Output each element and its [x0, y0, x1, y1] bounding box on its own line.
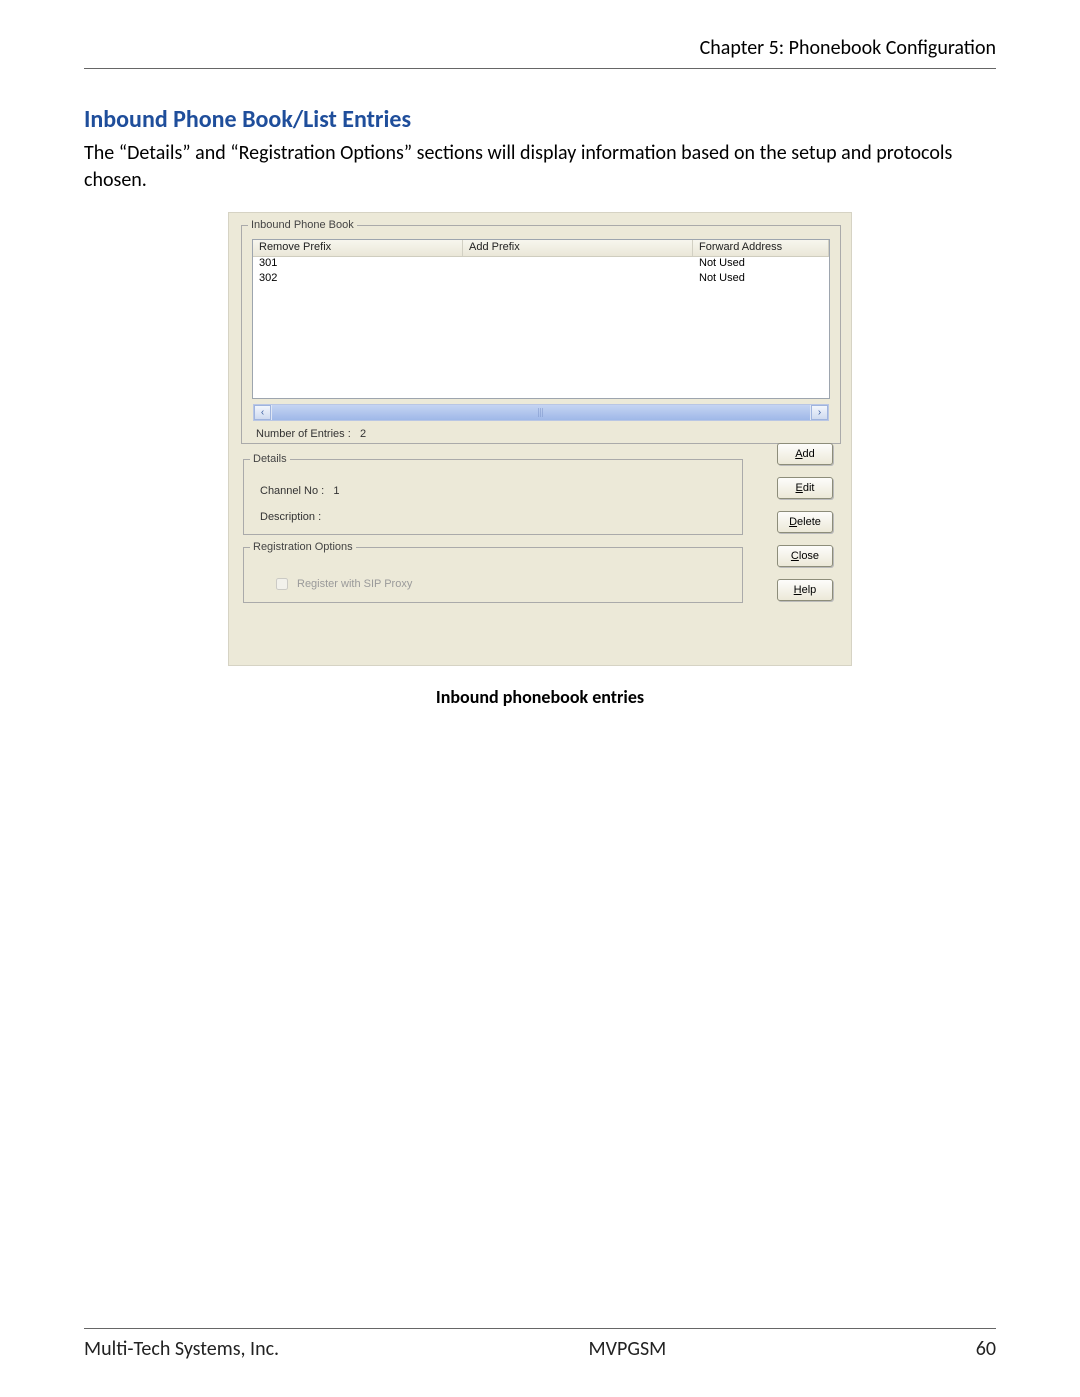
entries-value: 2	[360, 428, 366, 440]
cell-remove: 301	[253, 257, 463, 272]
description-label: Description :	[260, 511, 321, 523]
scroll-thumb-grip-icon	[538, 408, 544, 417]
dialog-buttons: Add Edit Delete Close Help	[777, 443, 833, 601]
details-legend: Details	[250, 453, 290, 465]
cell-forward: Not Used	[693, 257, 829, 272]
cell-add	[463, 257, 693, 272]
footer-product: MVPGSM	[589, 1337, 667, 1361]
details-groupbox: Details Channel No : 1 Description :	[243, 453, 743, 535]
edit-button[interactable]: Edit	[777, 477, 833, 499]
delete-button[interactable]: Delete	[777, 511, 833, 533]
column-forward-address[interactable]: Forward Address	[693, 240, 829, 256]
registration-options-legend: Registration Options	[250, 541, 356, 553]
inbound-phonebook-dialog: Inbound Phone Book Remove Prefix Add Pre…	[228, 212, 852, 666]
scroll-right-icon[interactable]: ›	[811, 405, 828, 420]
phonebook-groupbox: Inbound Phone Book Remove Prefix Add Pre…	[241, 219, 841, 444]
cell-add	[463, 272, 693, 287]
register-sip-checkbox[interactable]: Register with SIP Proxy	[272, 575, 412, 593]
register-sip-checkbox-input[interactable]	[276, 578, 288, 590]
horizontal-scrollbar[interactable]: ‹ ›	[253, 404, 829, 421]
footer-company: Multi-Tech Systems, Inc.	[84, 1337, 279, 1361]
help-button[interactable]: Help	[777, 579, 833, 601]
scroll-left-icon[interactable]: ‹	[254, 405, 271, 420]
figure-caption: Inbound phonebook entries	[84, 686, 996, 708]
phonebook-legend: Inbound Phone Book	[248, 219, 357, 231]
table-row[interactable]: 302 Not Used	[253, 272, 829, 287]
entries-label: Number of Entries :	[256, 428, 351, 440]
chapter-header: Chapter 5: Phonebook Configuration	[84, 36, 996, 69]
column-add-prefix[interactable]: Add Prefix	[463, 240, 693, 256]
register-sip-label: Register with SIP Proxy	[297, 578, 412, 590]
entries-count: Number of Entries : 2	[256, 428, 366, 440]
page-footer: Multi-Tech Systems, Inc. MVPGSM 60	[84, 1328, 996, 1361]
close-button[interactable]: Close	[777, 545, 833, 567]
column-remove-prefix[interactable]: Remove Prefix	[253, 240, 463, 256]
cell-remove: 302	[253, 272, 463, 287]
channel-no-label: Channel No :	[260, 485, 324, 497]
intro-paragraph: The “Details” and “Registration Options”…	[84, 140, 996, 194]
listview-header: Remove Prefix Add Prefix Forward Address	[253, 240, 829, 257]
footer-page-number: 60	[976, 1337, 996, 1361]
channel-no-value: 1	[333, 485, 339, 497]
section-title: Inbound Phone Book/List Entries	[84, 105, 996, 134]
scroll-track[interactable]	[272, 405, 810, 420]
table-row[interactable]: 301 Not Used	[253, 257, 829, 272]
phonebook-listview[interactable]: Remove Prefix Add Prefix Forward Address…	[252, 239, 830, 399]
registration-options-groupbox: Registration Options Register with SIP P…	[243, 541, 743, 603]
cell-forward: Not Used	[693, 272, 829, 287]
add-button[interactable]: Add	[777, 443, 833, 465]
